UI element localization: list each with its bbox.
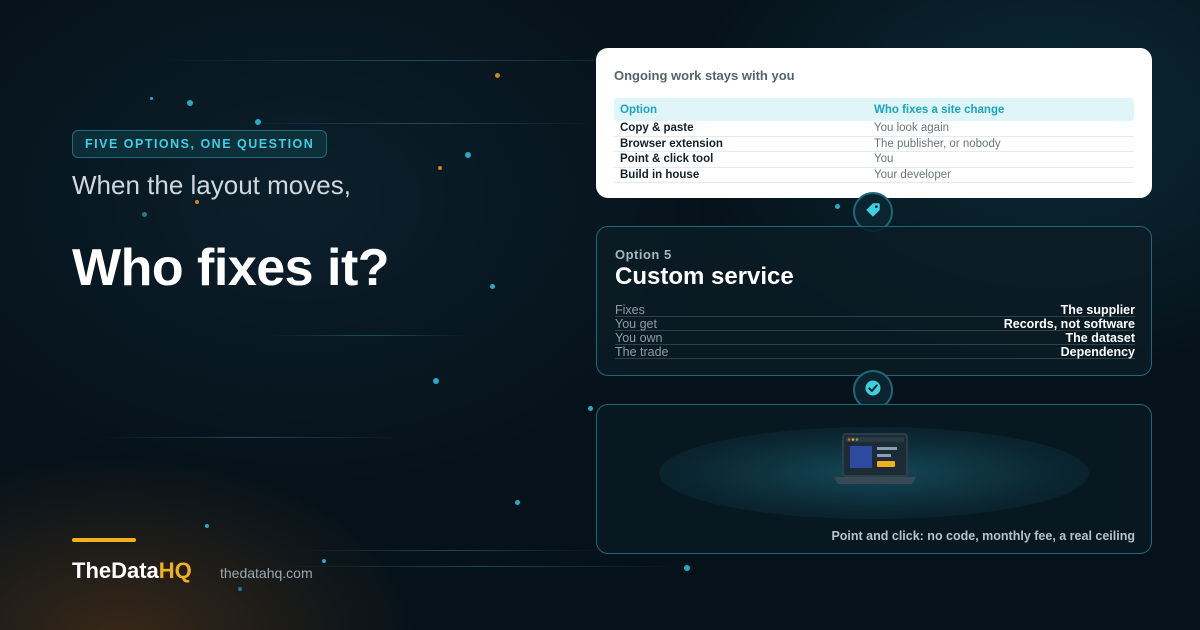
column-header-option: Option xyxy=(620,103,658,116)
decorative-dot xyxy=(490,284,495,289)
decorative-dot xyxy=(150,97,153,100)
eyebrow-badge: FIVE OPTIONS, ONE QUESTION xyxy=(72,130,328,158)
detail-value: Records, not software xyxy=(1003,316,1135,331)
detail-value: The supplier xyxy=(1060,302,1135,317)
service-card: Option 5 Custom service Fixes The suppli… xyxy=(596,226,1152,376)
card-title: Ongoing work stays with you xyxy=(614,68,795,83)
option-label: Option 5 xyxy=(615,247,672,262)
decorative-dot xyxy=(684,565,690,571)
detail-row: You get Records, not software xyxy=(615,317,1135,331)
detail-row: Fixes The supplier xyxy=(615,303,1135,317)
brand-name-main: TheData xyxy=(72,558,159,583)
option-title: Custom service xyxy=(615,263,794,290)
check-circle-icon xyxy=(864,379,882,402)
table-cell: Your developer xyxy=(874,168,951,181)
table-row: Build in house Your developer xyxy=(614,168,1134,183)
decorative-dot xyxy=(205,524,209,528)
detail-value: The dataset xyxy=(1065,330,1135,345)
detail-row: You own The dataset xyxy=(615,331,1135,345)
decorative-dot xyxy=(433,378,439,384)
table-cell: The publisher, or nobody xyxy=(874,137,1001,150)
detail-key: The trade xyxy=(615,344,669,359)
decorative-line xyxy=(280,566,680,567)
decorative-dot xyxy=(438,166,442,170)
table-cell: You xyxy=(874,153,894,166)
table-cell: Browser extension xyxy=(620,137,723,150)
detail-row: The trade Dependency xyxy=(615,345,1135,359)
laptop-icon xyxy=(832,433,918,494)
page-title: Who fixes it? xyxy=(72,239,390,297)
decorative-dot xyxy=(495,73,500,78)
comparison-table: Option Who fixes a site change Copy & pa… xyxy=(614,98,1134,183)
detail-key: Fixes xyxy=(615,302,645,317)
column-header-fixer: Who fixes a site change xyxy=(874,103,1005,116)
decorative-dot xyxy=(255,119,261,125)
table-cell: Build in house xyxy=(620,168,700,181)
table-row: Point & click tool You xyxy=(614,152,1134,168)
brand-logo: TheDataHQ xyxy=(72,558,192,584)
table-cell: You look again xyxy=(874,122,950,135)
decorative-dot xyxy=(835,204,840,209)
decorative-line xyxy=(240,123,600,124)
decorative-dot xyxy=(465,152,471,158)
table-row: Browser extension The publisher, or nobo… xyxy=(614,137,1134,152)
tag-icon xyxy=(864,201,882,224)
illustration-card: Point and click: no code, monthly fee, a… xyxy=(596,404,1152,554)
illustration-caption: Point and click: no code, monthly fee, a… xyxy=(831,529,1135,543)
table-cell: Copy & paste xyxy=(620,122,694,135)
detail-value: Dependency xyxy=(1060,344,1135,359)
lead-text: When the layout moves, xyxy=(72,170,351,200)
decorative-dot xyxy=(142,212,147,217)
table-header: Option Who fixes a site change xyxy=(614,98,1134,121)
decorative-dot xyxy=(187,100,193,106)
service-details: Fixes The supplier You get Records, not … xyxy=(615,303,1135,359)
decorative-dot xyxy=(588,406,593,411)
decorative-dot xyxy=(515,500,520,505)
decorative-line xyxy=(100,437,400,438)
table-row: Copy & paste You look again xyxy=(614,121,1134,137)
detail-key: You get xyxy=(615,316,657,331)
decorative-line xyxy=(270,335,470,336)
brand-domain: thedatahq.com xyxy=(220,565,313,581)
table-cell: Point & click tool xyxy=(620,153,714,166)
decorative-dot xyxy=(322,559,326,563)
decorative-dot xyxy=(238,587,242,591)
brand-name-accent: HQ xyxy=(158,558,192,583)
comparison-card: Ongoing work stays with you Option Who f… xyxy=(596,48,1152,198)
decorative-line xyxy=(300,550,600,551)
brand-accent-bar xyxy=(72,538,136,542)
detail-key: You own xyxy=(615,330,663,345)
